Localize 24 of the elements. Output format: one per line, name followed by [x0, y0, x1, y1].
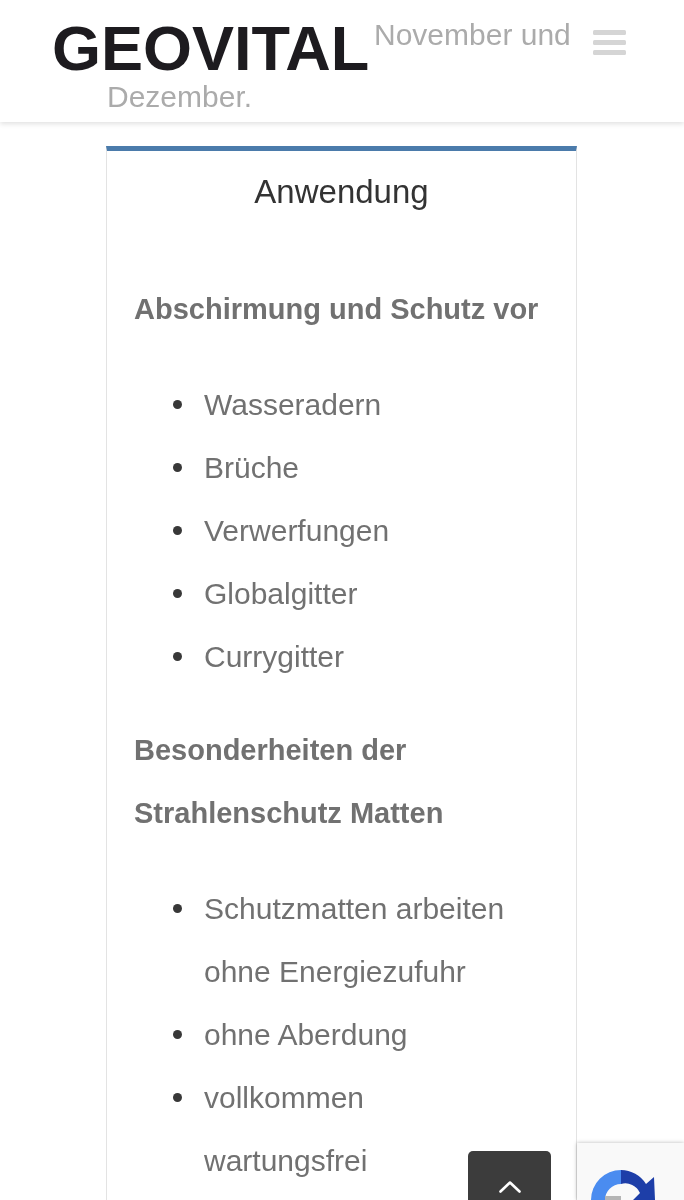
faded-text: November und: [374, 17, 571, 53]
card-title: Anwendung: [253, 172, 430, 212]
bullet-icon: [173, 400, 182, 409]
list-item-text: Globalgitter: [204, 577, 358, 610]
list-item-text: Brüche: [204, 451, 300, 484]
back-to-top-button[interactable]: [468, 1151, 551, 1200]
section-heading: Abschirmung und Schutz vor: [134, 292, 540, 327]
bullet-icon: [173, 904, 182, 913]
list-item-text: Currygitter: [204, 640, 345, 673]
bullet-icon: [173, 463, 182, 472]
bullet-icon: [173, 526, 182, 535]
faded-text: Dezember.: [107, 79, 253, 115]
list-item-text: ohne Aberdung: [204, 1018, 408, 1051]
list-item-text: Verwerfungen: [204, 514, 390, 547]
captcha-badge[interactable]: [577, 1143, 684, 1200]
chevron-up-icon: [498, 1181, 521, 1193]
bullet-icon: [173, 1093, 182, 1102]
list-item-text: Wasseradern: [204, 388, 382, 421]
site-logo[interactable]: GEOVITAL: [52, 17, 370, 80]
bullet-icon: [173, 1030, 182, 1039]
section-heading: Besonderheiten der Strahlenschutz Matten: [134, 733, 445, 831]
list-item-text: vollkommen wartungsfrei: [204, 1081, 368, 1177]
bullet-icon: [173, 652, 182, 661]
bullet-icon: [173, 589, 182, 598]
